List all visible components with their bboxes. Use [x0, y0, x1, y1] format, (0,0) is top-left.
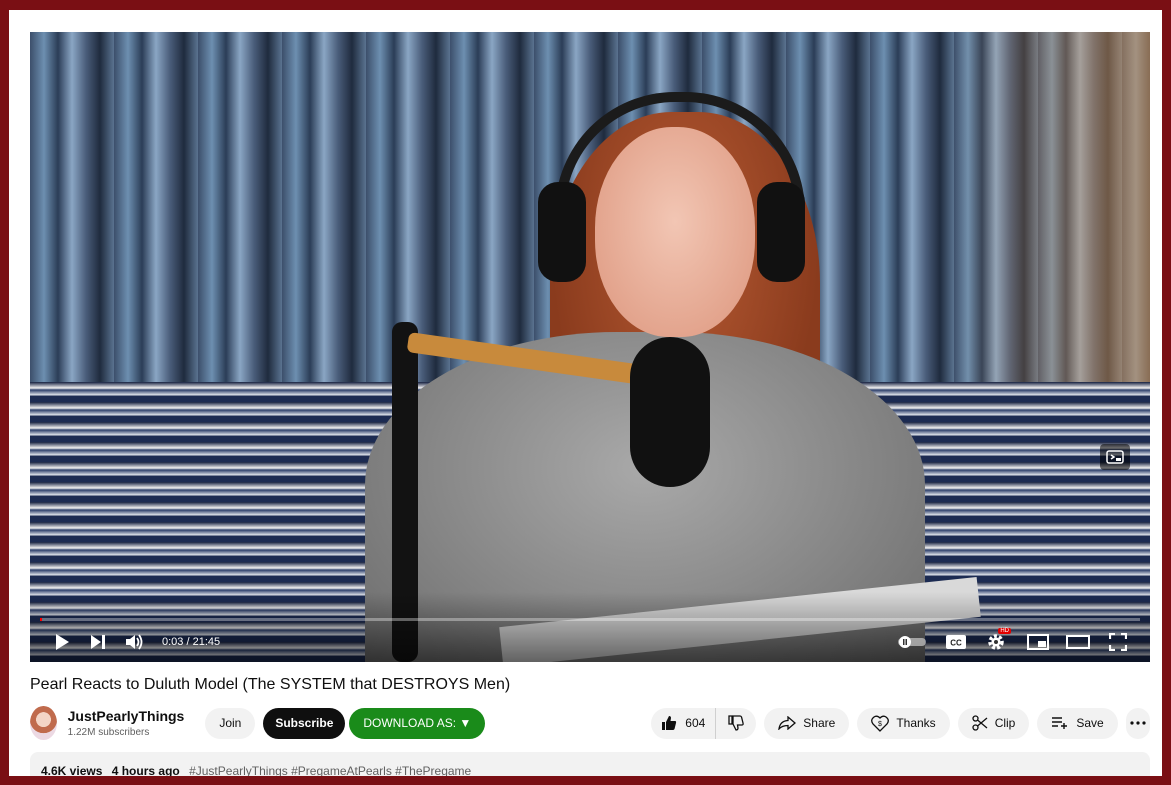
- channel-info: JustPearlyThings 1.22M subscribers: [68, 708, 185, 738]
- captions-button[interactable]: CC: [938, 624, 974, 660]
- theater-mode-button[interactable]: [1060, 624, 1096, 660]
- join-button[interactable]: Join: [205, 707, 256, 739]
- svg-text:$: $: [878, 721, 882, 728]
- hashtags[interactable]: #JustPearlyThings #PregameAtPearls #TheP…: [189, 764, 471, 776]
- autoplay-toggle-icon: [898, 636, 926, 648]
- share-button[interactable]: Share: [764, 707, 850, 739]
- save-button[interactable]: Save: [1037, 707, 1118, 739]
- dislike-button[interactable]: [716, 708, 756, 739]
- more-actions-button[interactable]: [1125, 707, 1150, 739]
- clip-label: Clip: [994, 716, 1016, 730]
- upload-age: 4 hours ago: [111, 764, 180, 776]
- thanks-button[interactable]: $ Thanks: [857, 707, 950, 739]
- like-dislike-group: 604: [651, 707, 757, 739]
- settings-button[interactable]: HD: [978, 624, 1014, 660]
- volume-button[interactable]: [116, 624, 152, 660]
- thumbs-up-icon: [662, 716, 677, 730]
- subscriber-count: 1.22M subscribers: [67, 727, 150, 738]
- playlist-add-icon: [1052, 717, 1068, 729]
- channel-avatar[interactable]: [30, 706, 57, 740]
- hd-badge: HD: [998, 628, 1011, 634]
- thumbs-down-icon: [728, 715, 745, 731]
- description-box[interactable]: 4.6K views 4 hours ago #JustPearlyThings…: [30, 752, 1150, 776]
- channel-name[interactable]: JustPearlyThings: [68, 708, 185, 724]
- video-title: Pearl Reacts to Duluth Model (The SYSTEM…: [30, 676, 511, 693]
- captions-icon: CC: [946, 635, 966, 649]
- thanks-heart-icon: $: [871, 715, 890, 732]
- svg-text:CC: CC: [950, 639, 962, 648]
- progress-bar-fill: [40, 618, 43, 621]
- download-button[interactable]: DOWNLOAD AS: ▼: [349, 707, 486, 739]
- description-meta: 4.6K views 4 hours ago #JustPearlyThings…: [41, 764, 471, 776]
- autoplay-toggle[interactable]: [894, 624, 930, 660]
- fullscreen-icon: [1109, 633, 1127, 651]
- next-icon: [91, 635, 105, 649]
- progress-bar[interactable]: [40, 618, 1140, 621]
- share-label: Share: [803, 716, 836, 730]
- thanks-label: Thanks: [896, 716, 936, 730]
- play-icon: [56, 634, 69, 650]
- time-display: 0:03 / 21:45: [162, 636, 221, 648]
- like-button[interactable]: 604: [651, 707, 717, 739]
- video-actions-row: JustPearlyThings 1.22M subscribers Join …: [30, 704, 1150, 742]
- player-controls: 0:03 / 21:45 CC HD: [30, 624, 1150, 660]
- miniplayer-icon: [1027, 634, 1049, 650]
- play-button[interactable]: [44, 624, 80, 660]
- share-arrow-icon: [778, 716, 797, 730]
- youtube-watch-page: 0:03 / 21:45 CC HD Pearl Reacts to Dulut…: [9, 10, 1162, 776]
- like-count: 604: [685, 716, 706, 730]
- next-button[interactable]: [80, 624, 116, 660]
- video-frame-earcup-right: [757, 182, 805, 282]
- fullscreen-button[interactable]: [1100, 624, 1136, 660]
- more-horizontal-icon: [1130, 721, 1146, 725]
- volume-icon: [126, 634, 143, 650]
- video-frame-microphone: [630, 337, 710, 487]
- scissors-icon: [972, 715, 988, 731]
- clip-button[interactable]: Clip: [957, 707, 1030, 739]
- save-label: Save: [1076, 716, 1104, 730]
- video-frame-earcup-left: [538, 182, 586, 282]
- cast-info-icon[interactable]: [1100, 444, 1130, 470]
- settings-gear-icon: [988, 634, 1004, 650]
- video-player[interactable]: 0:03 / 21:45 CC HD: [30, 32, 1150, 662]
- subscribe-button[interactable]: Subscribe: [263, 707, 346, 739]
- miniplayer-button[interactable]: [1020, 624, 1056, 660]
- view-count: 4.6K views: [41, 764, 103, 776]
- theater-mode-icon: [1066, 635, 1090, 649]
- video-frame-light: [950, 32, 1150, 402]
